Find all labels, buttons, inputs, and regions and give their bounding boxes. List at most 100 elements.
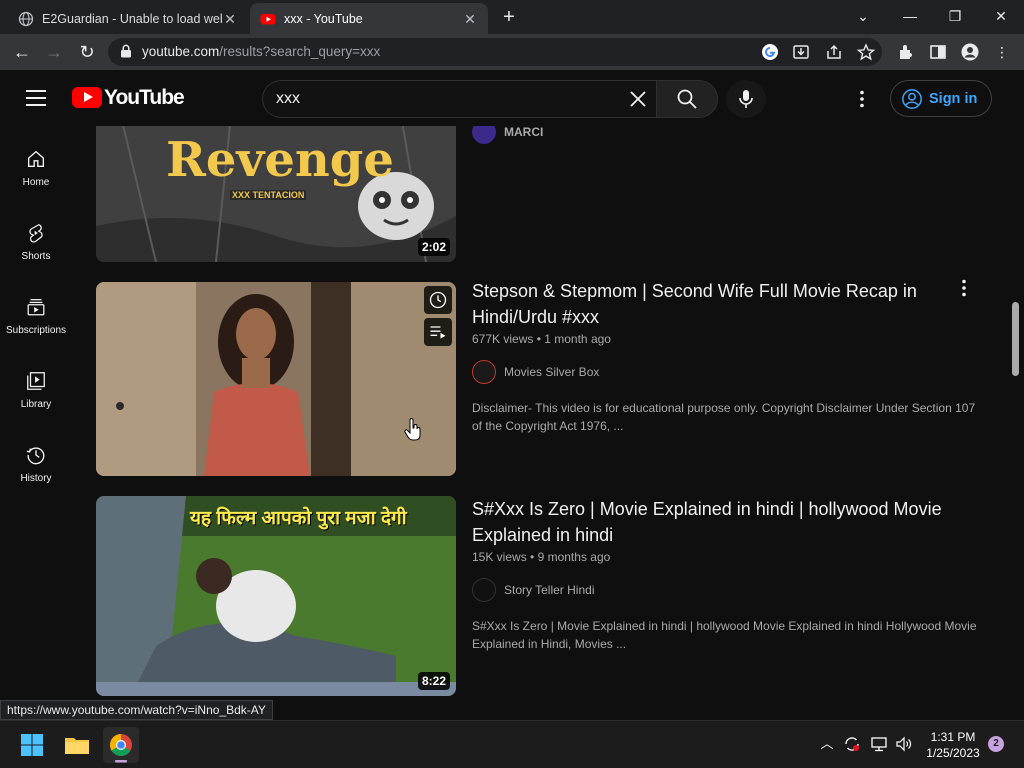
- new-tab-button[interactable]: +: [498, 6, 520, 28]
- channel-link[interactable]: Movies Silver Box: [472, 360, 599, 384]
- sync-icon[interactable]: [843, 735, 861, 753]
- video-thumbnail[interactable]: यह फिल्म आपको पुरा मजा देगी 8:22: [96, 496, 456, 696]
- back-arrow-icon[interactable]: ←: [10, 40, 34, 64]
- google-lens-icon[interactable]: [760, 42, 780, 62]
- chrome-icon: [110, 734, 132, 763]
- channel-link[interactable]: Story Teller Hindi: [472, 578, 594, 602]
- minimize-button[interactable]: —: [890, 4, 930, 28]
- upload-age: 9 months ago: [537, 550, 611, 564]
- url-text[interactable]: youtube.com/results?search_query=xxx: [142, 44, 380, 59]
- forward-arrow-icon[interactable]: →: [42, 40, 66, 64]
- taskbar-clock[interactable]: 1:31 PM 1/25/2023: [918, 729, 988, 761]
- folder-icon: [65, 738, 89, 754]
- show-hidden-icons-chevron-icon[interactable]: ︿: [818, 735, 836, 753]
- video-description: S#Xxx Is Zero | Movie Explained in hindi…: [472, 619, 977, 651]
- sidebar-item-subscriptions[interactable]: Subscriptions: [0, 296, 72, 366]
- video-title[interactable]: Stepson & Stepmom | Second Wife Full Mov…: [472, 278, 952, 330]
- search-input[interactable]: [276, 89, 606, 109]
- view-count: 15K views: [472, 550, 527, 564]
- tab-title: E2Guardian - Unable to load web page: [42, 11, 222, 26]
- youtube-icon: [260, 13, 276, 24]
- settings-kebab-icon[interactable]: [850, 87, 874, 111]
- video-duration: 8:22: [417, 672, 450, 690]
- thumbnail-title: यह फिल्म आपको पुरा मजा देगी: [190, 508, 407, 529]
- library-icon: [27, 372, 45, 390]
- tab-title: xxx - YouTube: [284, 11, 363, 26]
- tab-youtube[interactable]: xxx - YouTube ✕: [250, 3, 488, 34]
- tab-search-chevron-icon[interactable]: ⌄: [843, 4, 883, 28]
- microphone-icon: [739, 90, 753, 108]
- notification-badge[interactable]: 2: [988, 736, 1004, 752]
- hamburger-menu-icon[interactable]: [26, 90, 46, 106]
- volume-icon[interactable]: [895, 735, 913, 753]
- video-meta: 677K views • 1 month ago: [472, 332, 611, 346]
- sidebar-item-home[interactable]: Home: [0, 148, 72, 218]
- youtube-logo-icon[interactable]: [72, 87, 102, 108]
- video-thumbnail[interactable]: Revenge XXX TENTACION 2:02: [96, 126, 456, 262]
- sidebar-item-label: Shorts: [21, 251, 51, 262]
- clear-search-icon[interactable]: [626, 87, 650, 111]
- video-title[interactable]: S#Xxx Is Zero | Movie Explained in hindi…: [472, 496, 952, 548]
- side-panel-icon[interactable]: [928, 42, 948, 62]
- channel-avatar: [472, 578, 496, 602]
- sidebar-item-library[interactable]: Library: [0, 370, 72, 440]
- sign-in-label: Sign in: [929, 90, 978, 107]
- sidebar-item-label: History: [20, 473, 52, 484]
- channel-avatar: [472, 126, 496, 144]
- share-icon[interactable]: [824, 42, 844, 62]
- close-window-button[interactable]: ✕: [981, 4, 1021, 28]
- network-icon[interactable]: [870, 735, 888, 753]
- sidebar-item-history[interactable]: History: [0, 444, 72, 514]
- search-button[interactable]: [656, 80, 718, 118]
- thumbnail-scene: [96, 282, 456, 476]
- sign-in-button[interactable]: Sign in: [890, 80, 992, 117]
- add-to-queue-button[interactable]: [424, 318, 452, 346]
- history-icon: [26, 447, 45, 465]
- channel-name: Movies Silver Box: [504, 365, 600, 379]
- channel-link[interactable]: MARCI: [472, 126, 543, 144]
- lock-icon[interactable]: [120, 44, 132, 58]
- chrome-taskbar-button[interactable]: [103, 727, 139, 763]
- voice-search-button[interactable]: [726, 80, 766, 118]
- globe-icon: [18, 11, 34, 26]
- video-duration: 2:02: [417, 238, 450, 256]
- profile-icon[interactable]: [960, 42, 980, 62]
- sidebar-item-label: Subscriptions: [5, 325, 67, 336]
- video-thumbnail[interactable]: [96, 282, 456, 476]
- sidebar-item-shorts[interactable]: Shorts: [0, 222, 72, 292]
- restore-button[interactable]: ❐: [935, 4, 975, 28]
- start-button[interactable]: [14, 727, 50, 763]
- watch-later-button[interactable]: [424, 286, 452, 314]
- kebab-icon: [962, 279, 966, 297]
- sidebar-item-label: Home: [22, 177, 50, 188]
- tab-e2guardian[interactable]: E2Guardian - Unable to load web page ✕: [8, 3, 248, 34]
- thumbnail-subtitle: XXX TENTACION: [230, 190, 307, 200]
- upload-age: 1 month ago: [544, 332, 611, 346]
- clock-icon: [429, 291, 447, 309]
- hand-cursor-icon: [404, 418, 421, 441]
- page-scrollbar[interactable]: [1012, 302, 1019, 376]
- extensions-icon[interactable]: [896, 42, 916, 62]
- home-icon: [27, 150, 45, 168]
- video-description: Disclaimer- This video is for educationa…: [472, 401, 976, 433]
- url-path: /results?search_query=xxx: [219, 44, 381, 59]
- chrome-menu-icon[interactable]: ⋮: [992, 42, 1012, 62]
- clock-date: 1/25/2023: [926, 746, 980, 760]
- url-host: youtube.com: [142, 44, 220, 59]
- clock-time: 1:31 PM: [930, 730, 976, 744]
- search-icon: [677, 89, 697, 109]
- queue-icon: [430, 326, 446, 339]
- windows-logo-icon: [21, 734, 43, 756]
- close-tab-icon[interactable]: ✕: [222, 11, 238, 27]
- user-circle-icon: [902, 88, 922, 109]
- channel-name: MARCI: [504, 126, 544, 139]
- channel-name: Story Teller Hindi: [504, 583, 595, 597]
- youtube-logo-text[interactable]: YouTube: [104, 86, 185, 110]
- video-meta: 15K views • 9 months ago: [472, 550, 611, 564]
- reload-icon[interactable]: ↻: [75, 40, 99, 64]
- video-actions-kebab-icon[interactable]: [952, 276, 976, 300]
- close-tab-icon[interactable]: ✕: [462, 11, 478, 27]
- install-app-icon[interactable]: [791, 42, 811, 62]
- bookmark-star-icon[interactable]: [856, 42, 876, 62]
- file-explorer-button[interactable]: [59, 727, 95, 763]
